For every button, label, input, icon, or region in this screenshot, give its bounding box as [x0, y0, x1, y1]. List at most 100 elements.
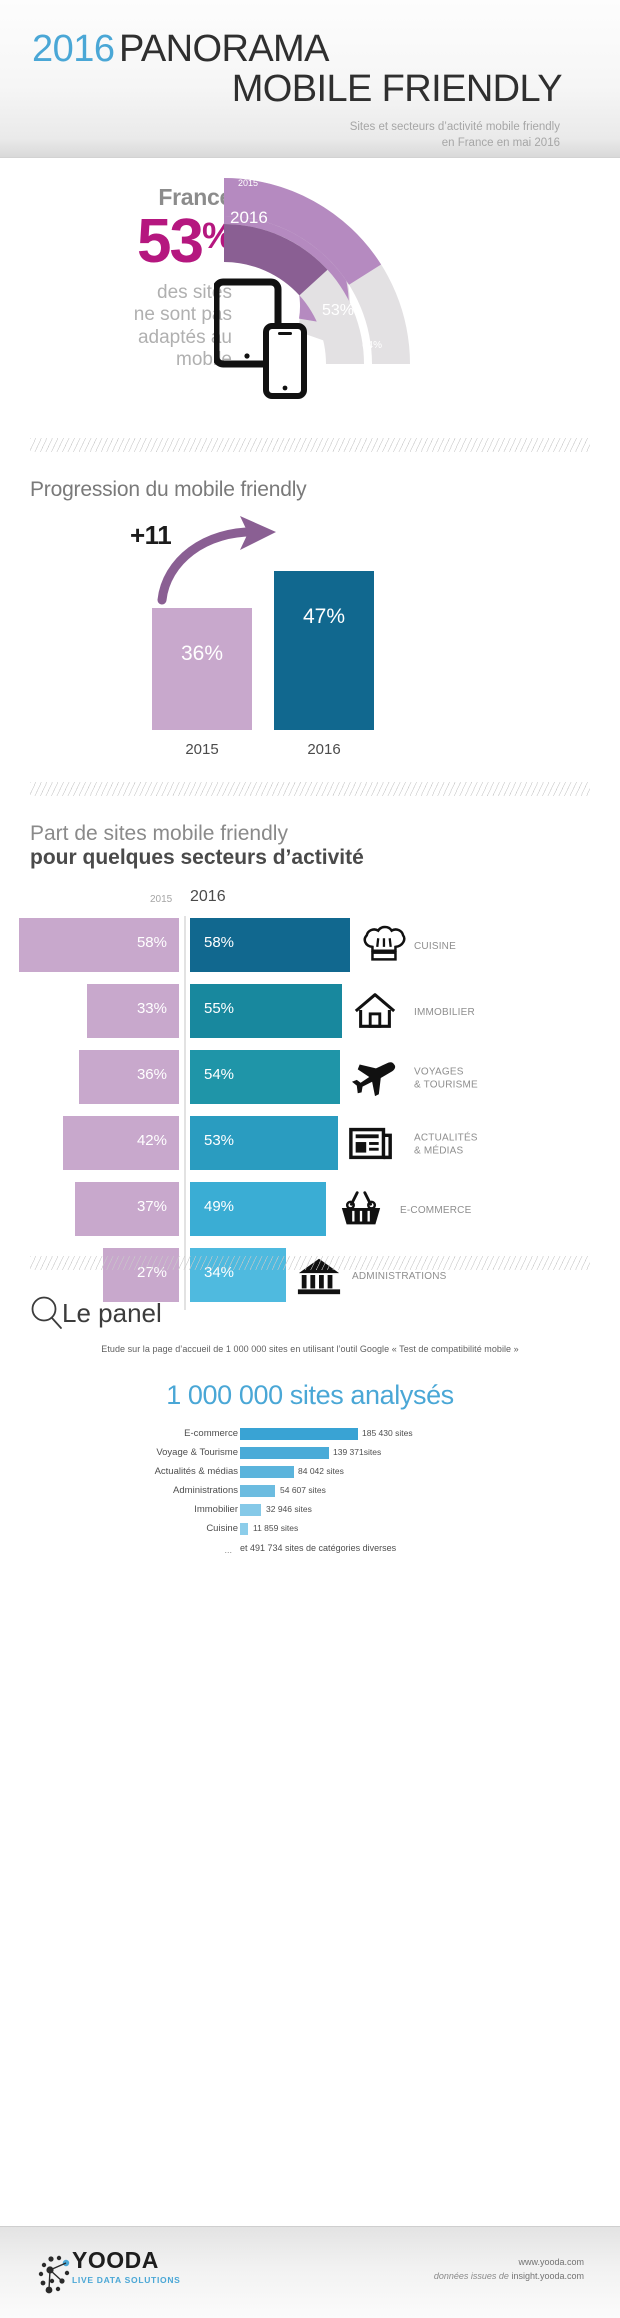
bar-2016-xlabel: 2016 [307, 741, 341, 758]
subtitle-line-1: Sites et secteurs d’activité mobile frie… [349, 121, 560, 133]
page-footer: YOODA LIVE DATA SOLUTIONS www.yooda.com … [0, 2226, 620, 2318]
panel-bar-label: Immobilier [194, 1504, 238, 1515]
bar-2016-value: 47% [302, 605, 346, 628]
sectors-heading-line-1: Part de sites mobile friendly [30, 822, 288, 845]
footer-links: www.yooda.com données issues de insight.… [434, 2255, 584, 2284]
panel-bar-label: Cuisine [206, 1523, 238, 1534]
table-row: 33% 55% IMMOBILIER [0, 982, 620, 1044]
sector-bar-2015: 33% [87, 984, 179, 1039]
table-row: 37% 49% E-COMMERCE [0, 1180, 620, 1242]
panel-bar-value: 185 430 sites [362, 1428, 413, 1438]
magnifier-icon [31, 1296, 62, 1329]
section-sectors: Part de sites mobile friendly pour quelq… [0, 796, 620, 1311]
panel-bar-value: 32 946 sites [266, 1504, 312, 1514]
title-mobile-friendly: MOBILE FRIENDLY [231, 68, 563, 110]
sector-name-line-1: VOYAGES [414, 1066, 464, 1078]
footer-source: données issues de insight.yooda.com [434, 2269, 584, 2283]
panel-description: Etude sur la page d’accueil de 1 000 000… [101, 1344, 519, 1354]
sector-bar-2016: 49% [190, 1182, 326, 1237]
panel-extra-row: ... et 491 734 sites de catégories diver… [0, 1541, 620, 1559]
panel-bar [240, 1447, 329, 1459]
yooda-logo-text: YOODA LIVE DATA SOLUTIONS [72, 2247, 181, 2286]
arc-label-2016: 2016 [230, 208, 268, 227]
sector-bar-2016-value: 53% [204, 1132, 235, 1150]
sector-bar-2015: 58% [19, 918, 179, 973]
sector-bar-2015: 36% [79, 1050, 179, 1105]
devices-illustration [214, 278, 307, 399]
title-line-2: MOBILE FRIENDLY [32, 70, 580, 108]
section-panel: Le panel Etude sur la page d’accueil de … [0, 1270, 620, 1580]
bar-2016: 47% [274, 571, 374, 730]
panel-bar-list: E-commerce 185 430 sites Voyage & Touris… [0, 1425, 620, 1559]
sector-name: ACTUALITÉS & MÉDIAS [414, 1133, 478, 1158]
panel-extra-dots: ... [224, 1545, 232, 1555]
panel-bar-label: Voyage & Tourisme [156, 1447, 238, 1458]
newspaper-icon [349, 1128, 392, 1160]
separator-1 [30, 438, 590, 452]
sector-bar-2015-value: 33% [136, 1000, 167, 1018]
section-progression: Progression du mobile friendly +11 36% 4… [0, 452, 620, 782]
sector-bar-2016: 54% [190, 1050, 340, 1105]
section-france: France 53% des sites ne sont pas adaptés… [0, 158, 620, 438]
panel-bar-label: Actualités & médias [154, 1466, 238, 1477]
sectors-heading: Part de sites mobile friendly pour quelq… [0, 822, 620, 870]
list-item: Cuisine 11 859 sites [0, 1520, 620, 1539]
logo-name: YOODA [72, 2247, 159, 2273]
list-item: Voyage & Tourisme 139 371sites [0, 1444, 620, 1463]
title-year: 2016 [32, 28, 115, 70]
sector-bar-2016-value: 54% [204, 1066, 235, 1084]
title-line-1: 2016 PANORAMA [32, 30, 580, 68]
panel-bar [240, 1523, 248, 1535]
panel-bar [240, 1485, 275, 1497]
progression-chart: +11 36% 47% 2015 2016 [0, 516, 620, 766]
list-item: Actualités & médias 84 042 sites [0, 1463, 620, 1482]
panel-title-row: Le panel [0, 1296, 620, 1336]
bar-2015-xlabel: 2015 [185, 741, 219, 758]
page-header: 2016 PANORAMA MOBILE FRIENDLY Sites et s… [0, 0, 620, 158]
sectors-col-2015: 2015 [150, 894, 173, 906]
panel-bar-label: Administrations [173, 1485, 238, 1496]
sector-bar-2016: 55% [190, 984, 342, 1039]
sector-name-line-2: & MÉDIAS [414, 1145, 464, 1157]
title-panorama: PANORAMA [119, 28, 329, 70]
header-subtitle: Sites et secteurs d’activité mobile frie… [32, 120, 580, 151]
table-row: 42% 53% ACTUALITÉS & MÉDIAS [0, 1114, 620, 1176]
panel-bar-label: E-commerce [184, 1428, 238, 1439]
sector-name: IMMOBILIER [414, 1007, 475, 1019]
france-desc-line-3: adaptés au [137, 326, 232, 348]
sector-name-line-2: & TOURISME [414, 1079, 478, 1091]
chef-hat-icon [363, 926, 406, 961]
footer-source-link[interactable]: insight.yooda.com [511, 2271, 584, 2281]
panel-bar-value: 54 607 sites [280, 1485, 326, 1495]
sector-name-line-1: ACTUALITÉS [414, 1132, 478, 1144]
france-arc-chart: 2015 2016 53% 64% [214, 166, 494, 416]
separator-2 [30, 782, 590, 796]
sector-name: VOYAGES & TOURISME [414, 1067, 478, 1092]
phone-icon [263, 323, 307, 399]
list-item: E-commerce 185 430 sites [0, 1425, 620, 1444]
house-icon [354, 993, 396, 1029]
france-description: des sites ne sont pas adaptés au mobile [0, 282, 232, 372]
logo-tagline: LIVE DATA SOLUTIONS [72, 2275, 181, 2285]
panel-bar-value: 139 371sites [333, 1447, 382, 1457]
basket-icon [341, 1191, 381, 1225]
panel-extra-text: et 491 734 sites de catégories diverses [240, 1543, 397, 1553]
sector-bar-2015-value: 58% [136, 934, 167, 952]
sectors-column-headers: 2015 2016 [0, 888, 620, 914]
footer-site[interactable]: www.yooda.com [434, 2255, 584, 2269]
sector-name: CUISINE [414, 941, 456, 953]
sector-name: E-COMMERCE [400, 1205, 472, 1217]
sectors-rows: 58% 58% CUISINE 33% 55% IMMOBILIER 36% 5… [0, 916, 620, 1311]
panel-big-title: 1 000 000 sites analysés [166, 1380, 454, 1410]
sector-bar-2015-value: 42% [136, 1132, 167, 1150]
table-row: 58% 58% CUISINE [0, 916, 620, 978]
arc-value-2015: 64% [362, 340, 383, 351]
arc-label-2015: 2015 [238, 178, 259, 188]
panel-bar [240, 1428, 358, 1440]
panel-bar-value: 84 042 sites [298, 1466, 344, 1476]
airplane-icon [352, 1062, 396, 1097]
france-big-number: 53% [0, 211, 234, 273]
sector-bar-2016-value: 58% [204, 934, 235, 952]
panel-title: Le panel [62, 1298, 162, 1328]
france-desc-line-4: mobile [176, 349, 232, 371]
